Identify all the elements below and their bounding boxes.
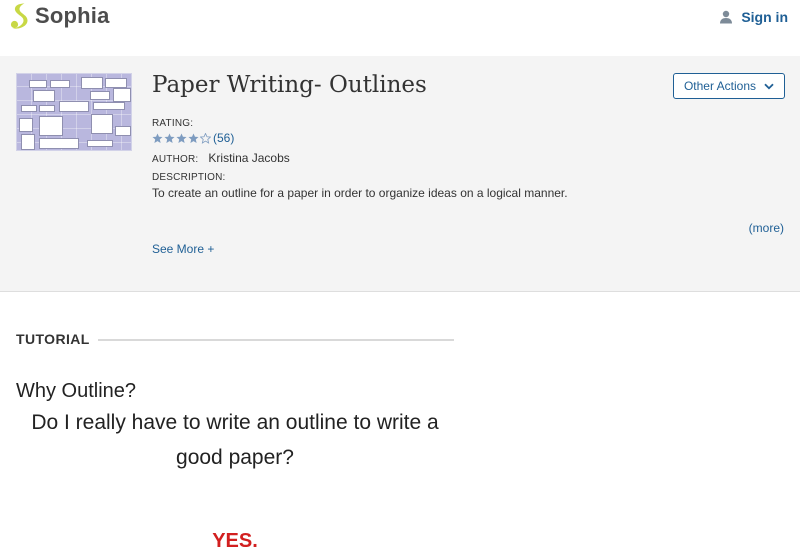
top-navigation-bar: Sophia Sign in <box>0 0 800 38</box>
sign-in-link[interactable]: Sign in <box>719 9 788 25</box>
more-link[interactable]: (more) <box>749 221 784 235</box>
star-filled-icon <box>152 132 163 143</box>
description-label: DESCRIPTION: <box>152 172 226 183</box>
author-row: AUTHOR: Kristina Jacobs <box>152 151 290 165</box>
star-filled-icon <box>188 132 199 143</box>
author-label: AUTHOR: <box>152 154 199 165</box>
lesson-banner: Paper Writing- Outlines Other Actions RA… <box>0 56 800 292</box>
lesson-title: Paper Writing- Outlines <box>152 72 427 98</box>
description-text: To create an outline for a paper in orde… <box>152 186 568 200</box>
see-more-link[interactable]: See More + <box>152 242 214 256</box>
star-filled-icon <box>176 132 187 143</box>
tutorial-section-label: TUTORIAL <box>16 331 90 347</box>
chevron-down-icon <box>764 83 774 89</box>
sign-in-label: Sign in <box>741 9 788 25</box>
star-filled-icon <box>164 132 175 143</box>
author-name: Kristina Jacobs <box>208 151 290 165</box>
tutorial-answer: YES. <box>212 530 258 552</box>
other-actions-dropdown[interactable]: Other Actions <box>673 73 785 99</box>
star-empty-icon <box>200 132 211 144</box>
rating-stars: (56) <box>152 131 234 145</box>
sophia-wordmark: Sophia <box>35 3 110 28</box>
rating-label: RATING: <box>152 118 194 129</box>
tutorial-heading: Why Outline? <box>16 380 137 402</box>
other-actions-label: Other Actions <box>683 79 757 93</box>
sophia-logo[interactable]: Sophia <box>9 2 110 30</box>
user-icon <box>720 10 733 24</box>
tutorial-question: Do I really have to write an outline to … <box>31 411 439 469</box>
rating-count-link[interactable]: (56) <box>213 131 234 145</box>
section-divider <box>98 339 454 341</box>
lesson-thumbnail[interactable] <box>16 73 132 151</box>
sophia-logo-icon <box>10 3 28 29</box>
